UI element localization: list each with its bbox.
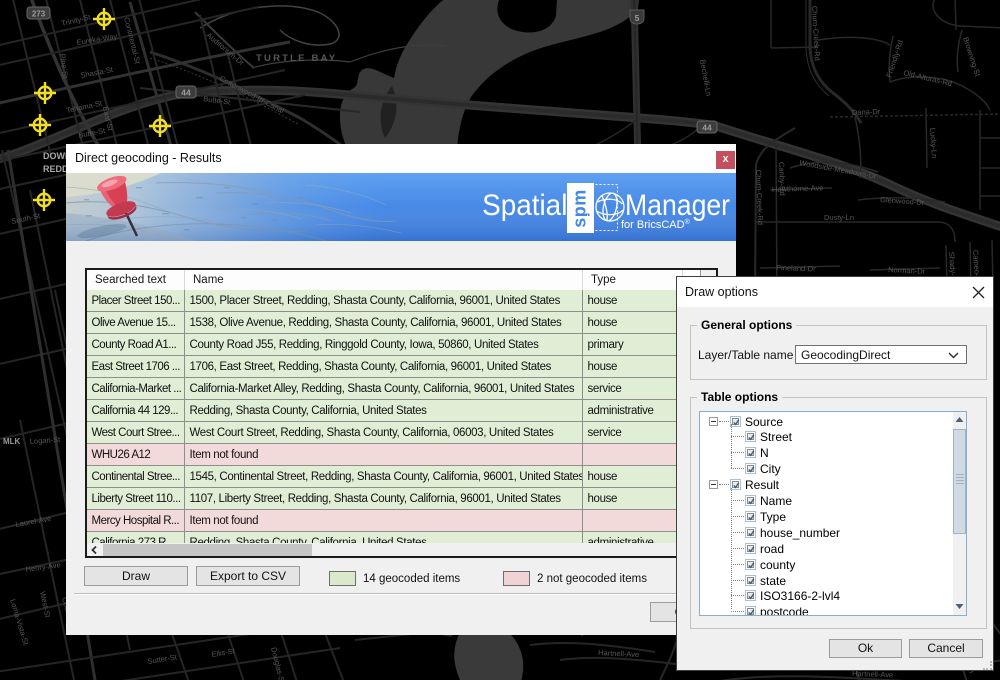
svg-text:Churn-Creek-Rd: Churn-Creek-Rd (754, 170, 765, 225)
svg-text:Pineland-Dr: Pineland-Dr (776, 263, 816, 273)
svg-text:TURTLE BAY: TURTLE BAY (256, 53, 337, 64)
svg-text:MLK: MLK (3, 437, 21, 446)
svg-text:273: 273 (32, 10, 46, 19)
svg-text:Dana-Dr: Dana-Dr (852, 107, 881, 117)
svg-text:44: 44 (702, 123, 712, 133)
svg-text:Dusty-Ln: Dusty-Ln (824, 213, 854, 222)
svg-text:5: 5 (635, 13, 640, 23)
svg-text:Hawthorne-Ave: Hawthorne-Ave (772, 183, 824, 194)
svg-text:44: 44 (181, 88, 191, 98)
